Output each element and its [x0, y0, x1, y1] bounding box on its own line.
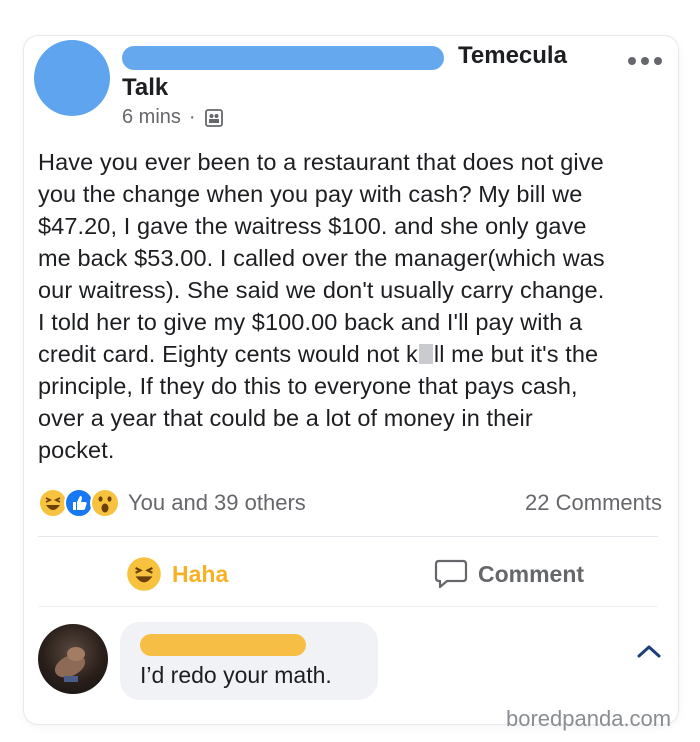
more-options-icon[interactable] [628, 56, 662, 66]
comment-text: I’d redo your math. [140, 662, 332, 688]
post-body-line: Have you ever been to a restaurant that … [38, 149, 604, 175]
group-avatar[interactable] [34, 40, 110, 116]
wow-icon [90, 488, 120, 518]
reaction-icons [38, 488, 120, 518]
haha-reaction-button[interactable]: Haha [126, 554, 228, 594]
meta-separator: · [188, 106, 196, 128]
commenter-avatar[interactable] [38, 624, 108, 694]
reaction-summary[interactable]: You and 39 others [38, 488, 306, 518]
post-body-line: our waitress). She said we don't usually… [38, 277, 605, 303]
avatar-photo [54, 647, 86, 682]
post-body-line: you the change when you pay with cash? M… [38, 181, 583, 207]
post-body-line: I told her to give my $100.00 back and I… [38, 309, 583, 335]
post-body-line: principle, If they do this to everyone t… [38, 373, 578, 399]
group-name-line2[interactable]: Talk [122, 74, 168, 102]
reaction-summary-text: You and 39 others [128, 490, 306, 515]
watermark: boredpanda.com [506, 706, 672, 731]
group-audience-icon [204, 108, 223, 127]
comments-count-link[interactable]: 22 Comments [525, 490, 662, 516]
post-body-line: credit card. Eighty cents would not k ll … [38, 338, 670, 370]
divider [38, 606, 658, 607]
comment-bubble: I’d redo your math. [120, 622, 378, 700]
group-name-line1[interactable]: Temecula [458, 42, 567, 70]
post-body: Have you ever been to a restaurant that … [38, 146, 670, 466]
comment-bubble-icon [434, 559, 468, 589]
post-body-line: $47.20, I gave the waitress $100. and sh… [38, 213, 587, 239]
comment-label: Comment [478, 560, 585, 587]
post-body-line: me back $53.00. I called over the manage… [38, 245, 605, 271]
divider [38, 536, 658, 537]
haha-icon [127, 557, 161, 591]
post-body-fragment: credit card. Eighty cents would not k [38, 341, 418, 367]
post-body-line: over a year that could be a lot of money… [38, 405, 533, 431]
haha-label: Haha [172, 560, 229, 587]
comment-button[interactable]: Comment [434, 554, 584, 594]
reactions-row: You and 39 others 22 Comments [38, 486, 662, 520]
chevron-up-icon[interactable] [636, 642, 662, 660]
post-body-fragment: ll me but it's the [433, 341, 599, 367]
post-meta: 6 mins · [122, 106, 224, 129]
post-body-line: pocket. [38, 437, 115, 463]
poster-name-redaction [122, 46, 444, 70]
censor-blur [418, 344, 433, 364]
post-time[interactable]: 6 mins [122, 106, 181, 129]
commenter-name-redaction [140, 634, 306, 656]
